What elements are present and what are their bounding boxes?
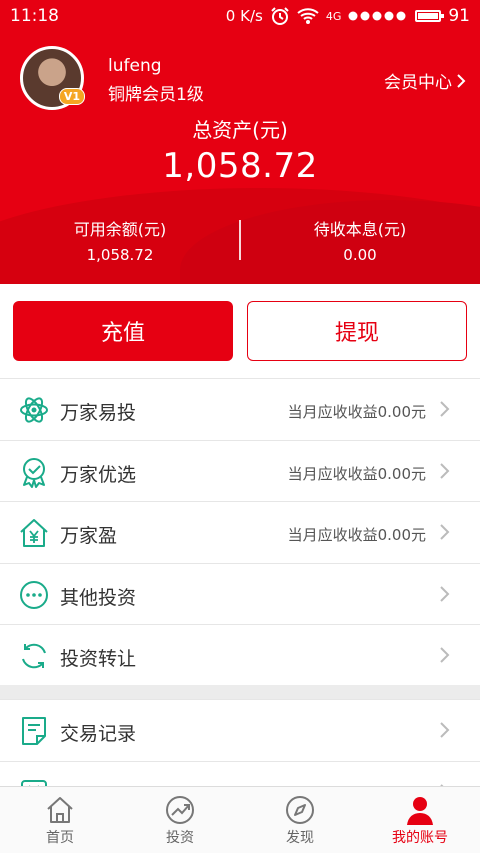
- list-item-investment-transfer[interactable]: 投资转让: [0, 624, 480, 686]
- account-header: 11:18 0 K/s 4G 91 V1 lufeng 铜牌会员1级 会员中心 …: [0, 0, 480, 284]
- member-level: 铜牌会员1级: [108, 85, 204, 105]
- home-icon: [47, 797, 73, 823]
- list-item-wanjia-ying[interactable]: 万家盈 当月应收收益0.00元: [0, 501, 480, 563]
- compass-icon: [286, 796, 314, 824]
- document-icon: [22, 717, 46, 745]
- chevron-right-icon: [440, 462, 450, 479]
- list-item-label: 万家易投: [60, 402, 137, 424]
- withdraw-button[interactable]: 提现: [247, 301, 467, 361]
- list-item-label: 万家优选: [60, 463, 137, 486]
- nav-label: 我的账号: [392, 830, 448, 846]
- list-item-label: 其他投资: [60, 586, 137, 609]
- available-balance: 可用余额(元) 1,058.72: [0, 216, 240, 264]
- atom-icon: [20, 397, 48, 423]
- account-screen: 11:18 0 K/s 4G 91 V1 lufeng 铜牌会员1级 会员中心 …: [0, 0, 480, 853]
- trend-icon: [166, 796, 194, 824]
- username: lufeng: [108, 56, 162, 76]
- list-item-transaction-records[interactable]: 交易记录: [0, 699, 480, 761]
- available-balance-label: 可用余额(元): [73, 220, 167, 239]
- chevron-right-icon: [457, 73, 466, 88]
- available-balance-value: 1,058.72: [86, 246, 154, 264]
- chevron-right-icon: [440, 524, 450, 540]
- status-bar: 11:18 0 K/s 4G 91: [0, 0, 480, 34]
- chevron-right-icon: [440, 585, 450, 602]
- section-gap: [0, 685, 480, 699]
- chevron-right-icon: [440, 401, 450, 417]
- pending-interest-value: 0.00: [343, 246, 377, 264]
- battery-level: 91: [448, 6, 470, 26]
- nav-label: 投资: [166, 830, 194, 846]
- action-buttons: 充值 提现: [0, 284, 480, 378]
- house-yen-icon: [20, 519, 48, 547]
- nav-my-account[interactable]: 我的账号: [360, 787, 480, 853]
- pending-interest-label: 待收本息(元): [313, 220, 407, 239]
- nav-invest[interactable]: 投资: [120, 787, 240, 853]
- total-assets-value: 1,058.72: [162, 146, 318, 186]
- status-time: 11:18: [10, 6, 59, 26]
- list-item-wanjia-youxuan[interactable]: 万家优选 当月应收收益0.00元: [0, 439, 480, 502]
- wifi-icon: [297, 8, 319, 24]
- member-center-label: 会员中心: [384, 73, 452, 93]
- pending-interest: 待收本息(元) 0.00: [240, 216, 480, 264]
- total-assets-label: 总资产(元): [192, 118, 288, 142]
- list-item-other-investments[interactable]: 其他投资: [0, 562, 480, 625]
- ribbon-check-icon: [23, 457, 45, 488]
- battery-icon: [415, 10, 445, 22]
- monthly-income: 当月应收收益0.00元: [287, 526, 426, 544]
- list-item-label: 万家盈: [60, 525, 118, 547]
- bottom-navigation: 首页 投资 发现 我的账号: [0, 786, 480, 853]
- recharge-button[interactable]: 充值: [13, 301, 233, 361]
- chevron-right-icon: [440, 647, 450, 663]
- nav-discover[interactable]: 发现: [240, 787, 360, 853]
- monthly-income: 当月应收收益0.00元: [287, 464, 426, 483]
- list-item-label: 交易记录: [60, 723, 137, 745]
- signal-dots-icon: [348, 11, 406, 21]
- monthly-income: 当月应收收益0.00元: [287, 403, 426, 421]
- nav-label: 发现: [286, 830, 314, 846]
- list-item-wanjia-yitou[interactable]: 万家易投 当月应收收益0.00元: [0, 378, 480, 440]
- chevron-right-icon: [440, 722, 450, 738]
- member-center-link[interactable]: 会员中心: [384, 68, 466, 93]
- more-dots-icon: [20, 580, 48, 609]
- refresh-circle-icon: [22, 643, 46, 669]
- nav-home[interactable]: 首页: [0, 787, 120, 853]
- alarm-icon: [271, 7, 289, 25]
- nav-label: 首页: [46, 830, 74, 846]
- user-icon: [407, 797, 433, 825]
- investment-list: 万家易投 当月应收收益0.00元 万家优选 当月应收收益0.00元 万家盈 当月…: [0, 378, 480, 686]
- avatar[interactable]: V1: [20, 46, 85, 110]
- vip-badge: V1: [58, 88, 85, 105]
- network-speed: 0 K/s: [225, 7, 263, 25]
- list-item-label: 投资转让: [60, 648, 137, 670]
- signal-label: 4G: [325, 9, 342, 23]
